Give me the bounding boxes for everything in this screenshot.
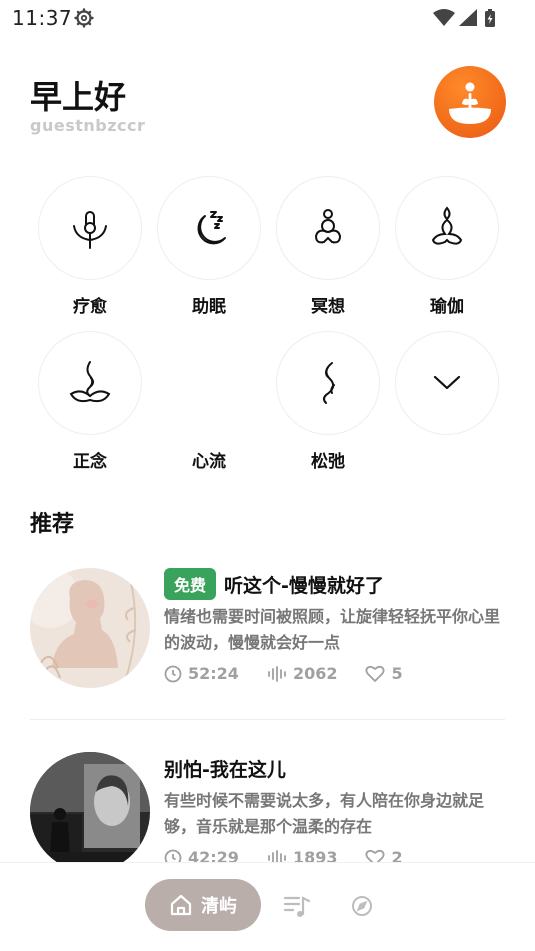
username: guestnbzccr — [30, 116, 146, 135]
home-icon — [170, 894, 192, 916]
card-title-row: 免费 听这个-慢慢就好了 — [164, 568, 505, 600]
plays-stat: 2062 — [267, 664, 338, 683]
card-title-row: 别怕-我在这儿 — [164, 752, 505, 784]
card-thumbnail — [30, 568, 150, 688]
category-circle[interactable] — [276, 331, 380, 435]
category-label: 心流 — [192, 452, 226, 472]
card-stats: 52:24 2062 5 — [164, 664, 505, 683]
bottom-nav: 清屿 — [0, 862, 535, 951]
likes-value: 2 — [391, 848, 403, 862]
category-label: 正念 — [73, 452, 107, 472]
moon-zzz-icon — [197, 211, 226, 245]
category-circle[interactable] — [276, 176, 380, 280]
heart-icon — [365, 849, 385, 862]
lotus-seat-icon — [73, 211, 107, 249]
yoga-pose-icon — [431, 206, 463, 245]
card-stats: 42:29 1893 2 — [164, 848, 505, 862]
card-description: 情绪也需要时间被照顾，让旋律轻轻抚平你心里的波动，慢慢就会好一点 — [164, 607, 501, 652]
category-circle[interactable] — [38, 176, 142, 280]
category-meditation[interactable]: 冥想 — [276, 176, 380, 317]
card-title: 别怕-我在这儿 — [164, 758, 286, 781]
category-circle[interactable] — [38, 331, 142, 435]
likes-stat[interactable]: 5 — [365, 664, 403, 683]
plays-value: 1893 — [292, 848, 338, 862]
category-circle[interactable] — [157, 176, 261, 280]
plays-value: 2062 — [292, 664, 338, 683]
likes-stat[interactable]: 2 — [365, 848, 403, 862]
nav-home-tab[interactable]: 清屿 — [145, 879, 261, 931]
category-circle[interactable] — [395, 331, 499, 435]
compass-icon — [352, 896, 372, 916]
duration-value: 42:29 — [188, 848, 239, 862]
plays-stat: 1893 — [267, 848, 338, 862]
meditation-logo-icon — [449, 82, 491, 124]
free-badge: 免费 — [164, 568, 217, 600]
category-flow[interactable]: 心流 — [157, 331, 261, 472]
duration-stat: 42:29 — [164, 848, 239, 862]
heart-icon — [365, 665, 385, 682]
category-circle[interactable] — [395, 176, 499, 280]
duration-value: 52:24 — [188, 664, 239, 683]
status-bar: 11:37 — [0, 0, 535, 36]
category-sleep[interactable]: 助眠 — [157, 176, 261, 317]
recommend-section-title: 推荐 — [30, 512, 75, 537]
avatar[interactable] — [434, 66, 506, 138]
audio-wave-icon — [268, 665, 286, 682]
card-body: 别怕-我在这儿 有些时候不需要说太多，有人陪在你身边就足够，音乐就是那个温柔的存… — [164, 752, 505, 862]
category-healing[interactable]: 疗愈 — [38, 176, 142, 317]
wave-smoke-icon — [323, 362, 335, 404]
mindful-flame-icon — [69, 361, 111, 403]
settings-gear-icon — [74, 8, 94, 28]
category-relax[interactable]: 松弛 — [276, 331, 380, 472]
clock-icon — [164, 849, 182, 862]
status-icons — [433, 9, 495, 27]
recommend-card[interactable]: 免费 听这个-慢慢就好了 情绪也需要时间被照顾，让旋律轻轻抚平你心里的波动，慢慢… — [30, 568, 505, 692]
category-label: 疗愈 — [73, 297, 107, 317]
card-thumbnail — [30, 752, 150, 862]
card-body: 免费 听这个-慢慢就好了 情绪也需要时间被照顾，让旋律轻轻抚平你心里的波动，慢慢… — [164, 568, 505, 683]
category-label: 松弛 — [311, 452, 345, 472]
status-time: 11:37 — [12, 6, 73, 30]
category-mindfulness[interactable]: 正念 — [38, 331, 142, 472]
audio-wave-icon — [268, 849, 286, 862]
card-title: 听这个-慢慢就好了 — [224, 574, 384, 597]
wifi-icon — [433, 9, 455, 26]
duration-stat: 52:24 — [164, 664, 239, 683]
nav-home-label: 清屿 — [201, 896, 237, 917]
recommend-card[interactable]: 别怕-我在这儿 有些时候不需要说太多，有人陪在你身边就足够，音乐就是那个温柔的存… — [30, 752, 505, 862]
category-circle[interactable] — [157, 331, 261, 435]
category-label: 瑜伽 — [430, 297, 464, 317]
card-description: 有些时候不需要说太多，有人陪在你身边就足够，音乐就是那个温柔的存在 — [164, 791, 485, 836]
category-label: 冥想 — [311, 297, 345, 317]
likes-value: 5 — [391, 664, 403, 683]
divider — [30, 719, 505, 720]
music-list-icon — [283, 896, 311, 917]
category-label: 助眠 — [192, 297, 226, 317]
greeting-title: 早上好 — [30, 78, 127, 116]
category-more[interactable] — [395, 331, 499, 435]
chevron-down-icon — [433, 375, 461, 390]
nav-playlist-tab[interactable] — [283, 894, 311, 922]
nav-explore-tab[interactable] — [351, 895, 373, 921]
meditation-figure-icon — [314, 209, 342, 244]
category-yoga[interactable]: 瑜伽 — [395, 176, 499, 317]
battery-icon — [485, 9, 495, 27]
signal-icon — [459, 9, 477, 26]
clock-icon — [164, 665, 182, 682]
